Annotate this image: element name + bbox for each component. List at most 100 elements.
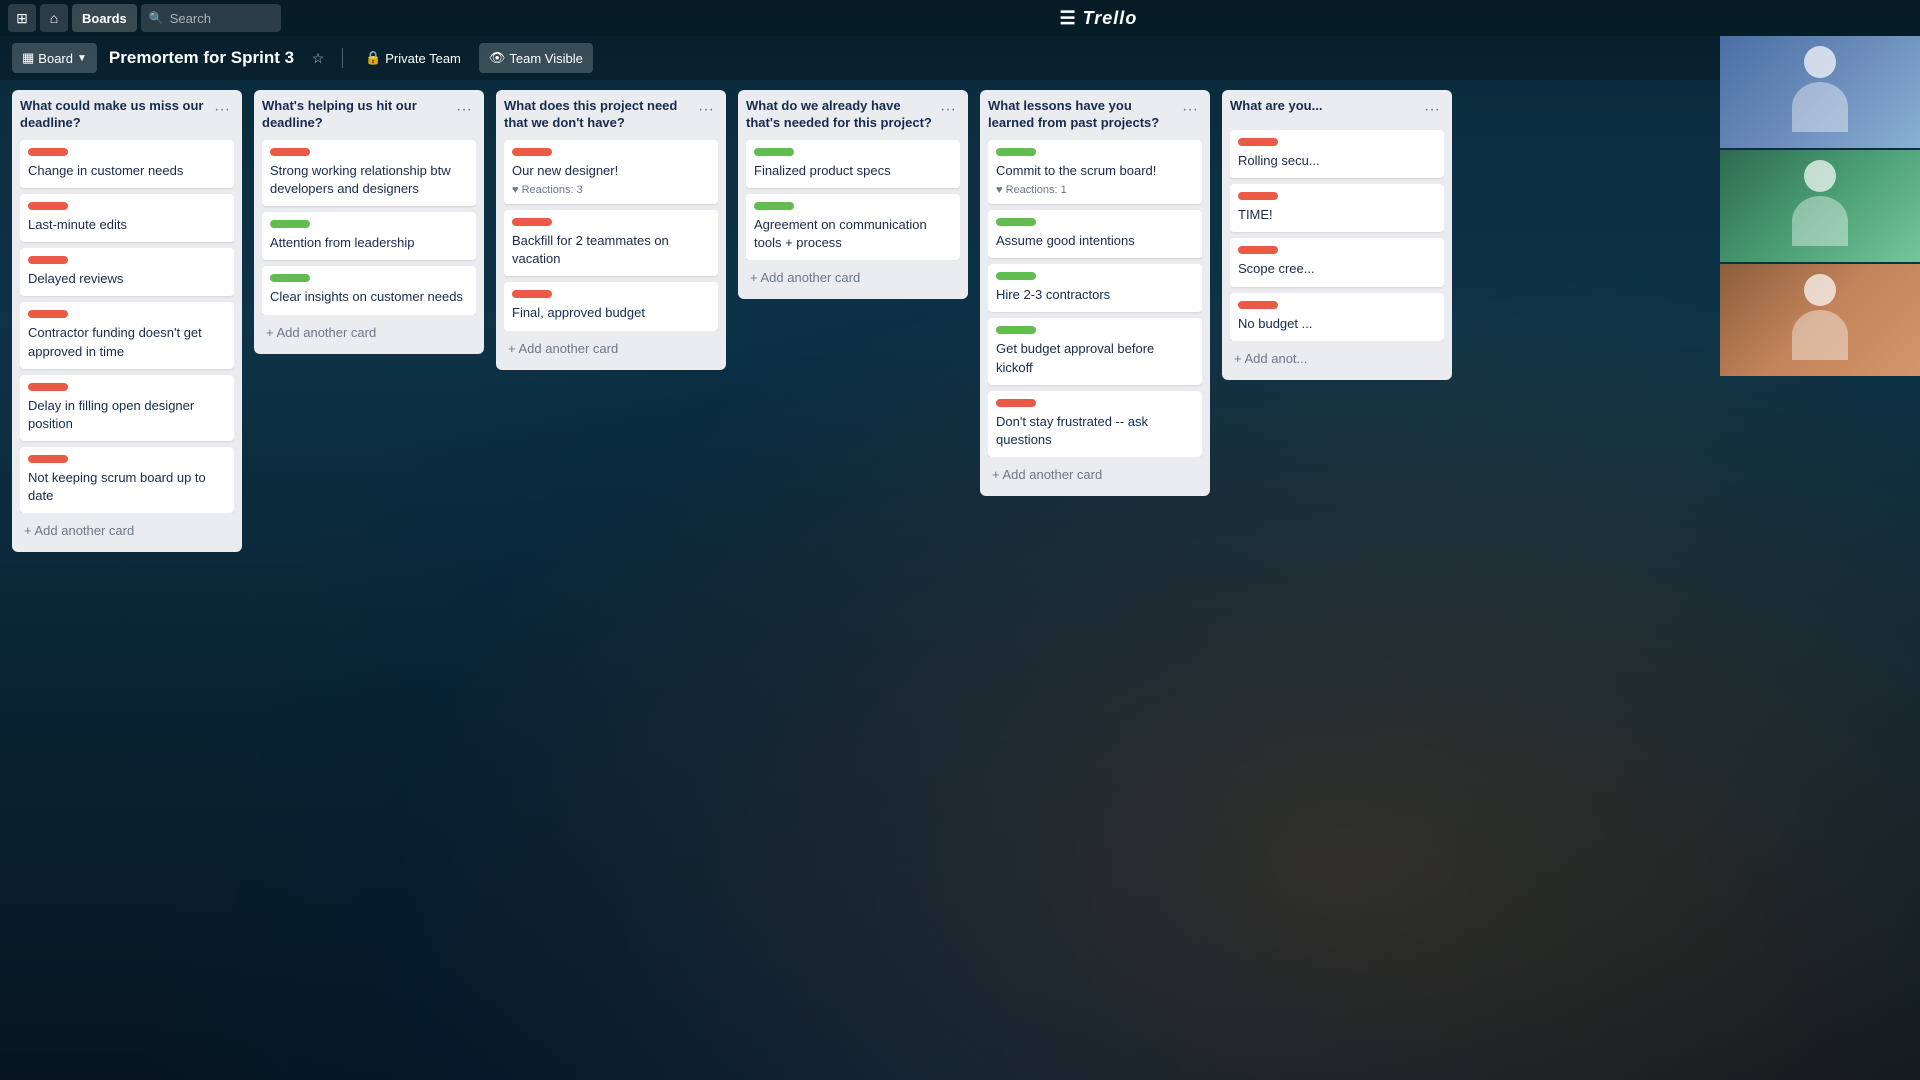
card-label-0-0 [28,148,68,156]
list-title-0: What could make us miss our deadline? [20,98,210,132]
list-5: What are you...··· Rolling secu... TIME! Sc… [1222,90,1452,380]
topbar-center: ☰ Trello [285,8,1912,29]
card-text-0-4: Delay in filling open designer position [28,397,226,433]
card-text-0-3: Contractor funding doesn't get approved … [28,324,226,360]
boardbar: ▦ Board ▼ Premortem for Sprint 3 ☆ 🔒 Pri… [0,36,1920,80]
add-card-button-3[interactable]: + Add another card [746,264,960,291]
card-text-0-2: Delayed reviews [28,270,226,288]
list-0: What could make us miss our deadline?···… [12,90,242,552]
card-label-1-1 [270,220,310,228]
add-card-button-0[interactable]: + Add another card [20,517,234,544]
card-0-1[interactable]: Last-minute edits [20,194,234,242]
card-1-2[interactable]: Clear insights on customer needs [262,266,476,314]
card-text-1-0: Strong working relationship btw develope… [270,162,468,198]
list-menu-button-1[interactable]: ··· [452,98,476,122]
cards-container-1: Strong working relationship btw develope… [262,140,476,315]
card-2-2[interactable]: Final, approved budget [504,282,718,330]
card-1-0[interactable]: Strong working relationship btw develope… [262,140,476,206]
add-card-button-4[interactable]: + Add another card [988,461,1202,488]
card-text-1-2: Clear insights on customer needs [270,288,468,306]
card-text-0-0: Change in customer needs [28,162,226,180]
star-button[interactable]: ☆ [306,46,330,70]
card-text-4-4: Don't stay frustrated -- ask questions [996,413,1194,449]
card-5-3[interactable]: No budget ... [1230,293,1444,341]
board-btn-label: Board [38,51,73,66]
card-5-1[interactable]: TIME! [1230,184,1444,232]
search-icon: 🔍 [149,11,164,25]
card-label-2-1 [512,218,552,226]
card-1-1[interactable]: Attention from leadership [262,212,476,260]
add-card-button-5[interactable]: + Add anot... [1230,345,1444,372]
eye-icon: 👁 [489,50,506,66]
list-header-3: What do we already have that's needed fo… [746,98,960,132]
card-label-0-1 [28,202,68,210]
card-text-2-0: Our new designer! [512,162,710,180]
card-4-3[interactable]: Get budget approval before kickoff [988,318,1202,384]
card-label-4-3 [996,326,1036,334]
card-0-4[interactable]: Delay in filling open designer position [20,375,234,441]
card-2-1[interactable]: Backfill for 2 teammates on vacation [504,210,718,276]
card-label-3-0 [754,148,794,156]
card-reaction-2-0: ♥ Reactions: 3 [512,184,710,196]
home-button[interactable]: ⌂ [40,4,68,32]
card-text-4-3: Get budget approval before kickoff [996,340,1194,376]
card-label-4-2 [996,272,1036,280]
list-title-3: What do we already have that's needed fo… [746,98,936,132]
card-label-4-0 [996,148,1036,156]
card-0-5[interactable]: Not keeping scrum board up to date [20,447,234,513]
card-text-2-2: Final, approved budget [512,304,710,322]
list-3: What do we already have that's needed fo… [738,90,968,299]
card-3-0[interactable]: Finalized product specs [746,140,960,188]
card-text-0-5: Not keeping scrum board up to date [28,469,226,505]
search-bar[interactable]: 🔍 Search [141,4,281,32]
card-4-2[interactable]: Hire 2-3 contractors [988,264,1202,312]
team-visible-button[interactable]: 👁 Team Visible [479,43,593,73]
card-4-1[interactable]: Assume good intentions [988,210,1202,258]
card-3-1[interactable]: Agreement on communication tools + proce… [746,194,960,260]
cards-container-3: Finalized product specs Agreement on comm… [746,140,960,261]
list-header-1: What's helping us hit our deadline?··· [262,98,476,132]
card-4-0[interactable]: Commit to the scrum board!♥ Reactions: 1 [988,140,1202,204]
card-label-5-1 [1238,192,1278,200]
private-team-button[interactable]: 🔒 Private Team [355,43,471,73]
card-5-2[interactable]: Scope cree... [1230,238,1444,286]
apps-button[interactable]: ⊞ [8,4,36,32]
topbar: ⊞ ⌂ Boards 🔍 Search ☰ Trello [0,0,1920,36]
list-menu-button-4[interactable]: ··· [1178,98,1202,122]
card-5-0[interactable]: Rolling secu... [1230,130,1444,178]
trello-logo-icon: ☰ [1059,8,1076,29]
card-0-0[interactable]: Change in customer needs [20,140,234,188]
add-card-button-2[interactable]: + Add another card [504,335,718,362]
card-label-0-4 [28,383,68,391]
boards-label: Boards [82,11,127,26]
card-4-4[interactable]: Don't stay frustrated -- ask questions [988,391,1202,457]
card-2-0[interactable]: Our new designer! ♥ Reactions: 3 [504,140,718,204]
board-dropdown-icon: ▼ [77,53,87,64]
card-label-5-3 [1238,301,1278,309]
card-text-3-1: Agreement on communication tools + proce… [754,216,952,252]
card-label-2-0 [512,148,552,156]
list-header-5: What are you...··· [1230,98,1444,122]
card-label-4-4 [996,399,1036,407]
list-menu-button-2[interactable]: ··· [694,98,718,122]
card-label-2-2 [512,290,552,298]
list-menu-button-0[interactable]: ··· [210,98,234,122]
list-title-2: What does this project need that we don'… [504,98,694,132]
video-cell-3 [1720,264,1920,376]
card-label-5-2 [1238,246,1278,254]
card-text-5-2: Scope cree... [1238,260,1436,278]
list-menu-button-5[interactable]: ··· [1420,98,1444,122]
trello-logo: ☰ Trello [1059,8,1137,29]
add-card-button-1[interactable]: + Add another card [262,319,476,346]
boards-button[interactable]: Boards [72,4,137,32]
list-2: What does this project need that we don'… [496,90,726,370]
card-0-3[interactable]: Contractor funding doesn't get approved … [20,302,234,368]
list-header-4: What lessons have you learned from past … [988,98,1202,132]
card-0-2[interactable]: Delayed reviews [20,248,234,296]
cards-container-0: Change in customer needs Last-minute edit… [20,140,234,514]
video-cell-2 [1720,150,1920,262]
list-menu-button-3[interactable]: ··· [936,98,960,122]
board-view-button[interactable]: ▦ Board ▼ [12,43,97,73]
list-1: What's helping us hit our deadline?··· St… [254,90,484,354]
card-text-5-0: Rolling secu... [1238,152,1436,170]
